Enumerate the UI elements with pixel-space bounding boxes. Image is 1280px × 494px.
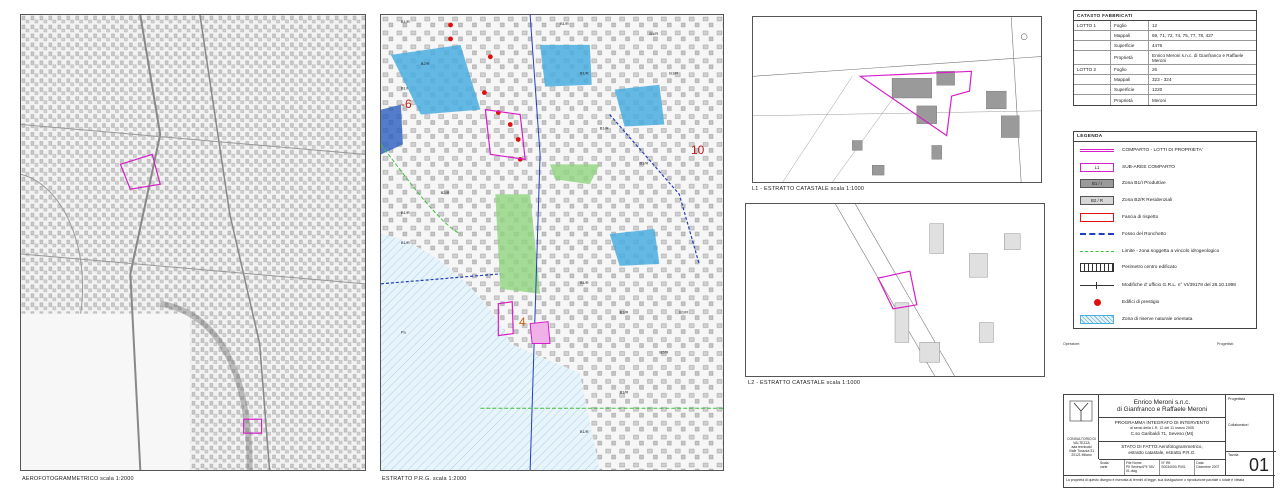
operatore-label: Operatore: [1063, 342, 1081, 346]
l2-cadastral-map [746, 204, 1044, 376]
prg-caption: ESTRATTO P.R.G. scala 1:2000 [382, 476, 467, 482]
legend-item: COMPARTO - LOTTI DI PROPRIETA' [1074, 142, 1256, 159]
table-row: Mappali 69, 71, 72, 74, 75, 77, 78, 427 [1074, 31, 1256, 41]
zone-b2-icon: B2 / R [1080, 196, 1114, 206]
legend-item: Fosso del Ronchetto [1074, 226, 1256, 243]
svg-text:B1/R: B1/R [600, 125, 609, 130]
svg-text:B2/R: B2/R [441, 190, 450, 195]
svg-text:B1/R: B1/R [580, 280, 589, 285]
ref-cell: N° Rif. S0034000-PII01 [1160, 460, 1196, 475]
prg-map-panel: B1/R B2/R B1/I B2/R B1/R B1/R B1/R B1/R B1/R B… [380, 14, 724, 471]
aerial-caption-outer: AEROFOTOGRAMMETRICO scala 1:2000 [22, 476, 134, 482]
catasto-title: CATASTO FABBRICATI [1074, 11, 1256, 21]
drawing-sheet: AEROFOTOGRAMMETRICO scala 1:2000 AEROFOT… [0, 0, 1280, 494]
svg-text:B1/R: B1/R [649, 31, 658, 36]
legend-item: Fascia di rispetto [1074, 209, 1256, 226]
legend-item: Zona di riserve naturale orientata [1074, 311, 1256, 328]
legend-title: LEGENDA [1074, 132, 1256, 142]
legend-item: B2 / R Zona B2/R Residenziali [1074, 192, 1256, 209]
owner-name: Enrico Meroni s.n.c. di Gianfranco e Raf… [1116, 399, 1208, 413]
svg-text:B1/R: B1/R [401, 210, 410, 215]
date-cell: Data Dicembre 2007 [1196, 461, 1220, 469]
svg-text:B1/R: B1/R [401, 19, 410, 24]
svg-text:B1/R: B1/R [679, 310, 688, 315]
legend-item: Edifici di prestigio [1074, 294, 1256, 311]
title-block-main: Enrico Meroni s.n.c. di Gianfranco e Raf… [1099, 395, 1225, 475]
svg-text:B1/R: B1/R [639, 160, 648, 165]
zone-b1-icon: B1 / I [1080, 179, 1114, 189]
svg-text:B1/I: B1/I [401, 86, 408, 91]
svg-text:B2/R: B2/R [659, 350, 668, 355]
table-row: LOTTO 1 Foglio 12 [1074, 21, 1256, 31]
aerial-map-panel: AEROFOTOGRAMMETRICO scala 1:2000 [20, 14, 366, 471]
rispetto-box-icon [1080, 213, 1114, 223]
svg-text:B1/R: B1/R [620, 310, 629, 315]
svg-text:B2/R: B2/R [421, 61, 430, 66]
program-title: PROGRAMMA INTEGRATO DI INTERVENTO ai sen… [1114, 420, 1210, 437]
table-row: Proprietà Meroni [1074, 95, 1256, 105]
table-row: Mappali 323 - 324 [1074, 75, 1256, 85]
svg-text:Pa: Pa [401, 330, 407, 335]
sheet-number: 01 [1248, 455, 1269, 475]
modifiche-line-icon [1080, 281, 1114, 290]
svg-text:B1/R: B1/R [580, 429, 589, 434]
legend-item: Modifiche d' ufficio G.R.L. n° VI/39178 … [1074, 276, 1256, 294]
legend-item: Perimetro centro edificato [1074, 260, 1256, 277]
stato-di-fatto: STATO DI FATTO:Aerofotogrammetrico, estr… [1121, 444, 1203, 455]
studio-logo-icon [1069, 400, 1093, 422]
limite-green-icon [1080, 247, 1114, 256]
legend-item: B1 / I Zona B1/I Produttive [1074, 176, 1256, 193]
scale-cell: Scala varie [1099, 460, 1125, 475]
svg-text:B1/R: B1/R [669, 71, 678, 76]
svg-text:B1/R: B1/R [401, 240, 410, 245]
file-cell: File Nome PII Seveso\PII TAV 01.dwg [1125, 460, 1161, 475]
l2-cadastral-panel [745, 203, 1045, 377]
l2-caption: L2 - ESTRATTO CATASTALE scala 1:1000 [748, 380, 861, 386]
subarea-box-icon: L1 [1080, 162, 1114, 172]
table-row: LOTTO 2 Foglio 26 [1074, 65, 1256, 75]
aerial-map [21, 15, 365, 470]
prg-label-minus6: -6 [401, 97, 412, 111]
table-row: Superficie 4476 [1074, 41, 1256, 51]
title-block-footer: La proprietà di questo disegno è riserva… [1064, 475, 1275, 488]
svg-text:B1/R: B1/R [620, 389, 629, 394]
red-dot-icon [1080, 298, 1114, 307]
table-row: Proprietà Enrico Meroni s.n.c. di Gianfr… [1074, 51, 1256, 65]
perimetro-box-icon [1080, 263, 1114, 273]
comparto-line-icon [1080, 146, 1114, 155]
svg-text:B1/R: B1/R [560, 21, 569, 26]
l1-caption: L1 - ESTRATTO CATASTALE scala 1:1000 [752, 186, 865, 192]
prg-label-ten: 10 [691, 143, 705, 157]
catasto-table: CATASTO FABBRICATI LOTTO 1 Foglio 12 Map… [1073, 10, 1257, 106]
legend-item: L1 SUB-AREE COMPARTO [1074, 159, 1256, 176]
riserva-hatch-icon [1080, 315, 1114, 325]
svg-text:B1/R: B1/R [580, 71, 589, 76]
progettisti-label: Progettisti: [1217, 342, 1234, 346]
title-block-right: Progettista Collaboratori Tavola 01 [1225, 395, 1276, 475]
l1-cadastral-panel [752, 16, 1042, 183]
l1-cadastral-map [753, 17, 1041, 182]
prg-label-four: 4 [519, 315, 526, 329]
legend-item: Limite - zona soggetta a vincolo idrogeo… [1074, 243, 1256, 260]
title-block: CONSULTORIO DI VALTEZZA aaa tecnicaid Vi… [1063, 394, 1276, 488]
legend: LEGENDA COMPARTO - LOTTI DI PROPRIETA' L… [1073, 131, 1257, 329]
fosso-dashed-icon [1080, 230, 1114, 239]
prg-map: B1/R B2/R B1/I B2/R B1/R B1/R B1/R B1/R B1/R B… [381, 15, 723, 470]
table-row: Superficie 1220 [1074, 85, 1256, 95]
studio-logo: CONSULTORIO DI VALTEZZA aaa tecnicaid Vi… [1064, 395, 1099, 459]
